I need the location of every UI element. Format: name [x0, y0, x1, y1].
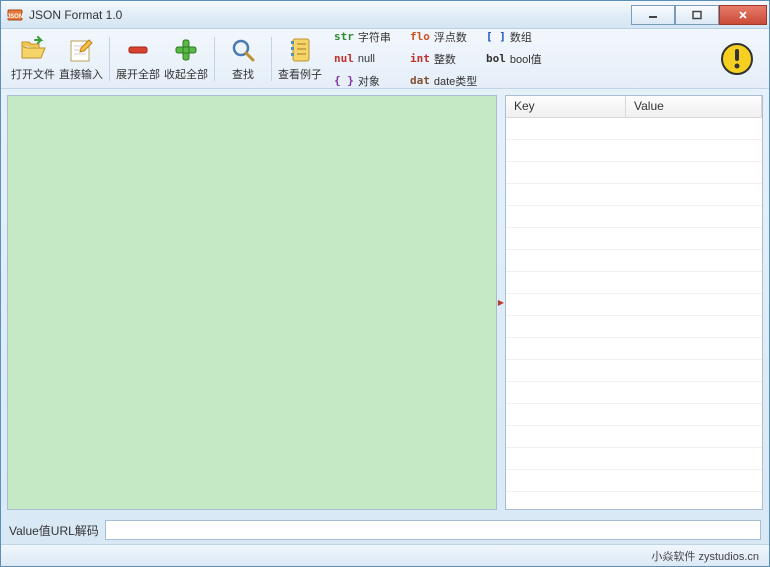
window-title: JSON Format 1.0	[29, 8, 631, 22]
url-decode-input[interactable]	[105, 520, 761, 540]
legend-array: [ ]数组	[486, 26, 562, 48]
key-value-pane: Key Value	[505, 95, 763, 510]
app-window: JSON JSON Format 1.0 打开文件 直接输入 展开全部	[0, 0, 770, 567]
view-examples-button[interactable]: 查看例子	[276, 33, 324, 85]
maximize-button[interactable]	[675, 5, 719, 25]
notebook-icon	[286, 36, 314, 64]
column-key[interactable]: Key	[506, 96, 626, 117]
view-examples-label: 查看例子	[278, 66, 322, 82]
expand-all-label: 展开全部	[116, 66, 160, 82]
search-icon	[229, 36, 257, 64]
close-button[interactable]	[719, 5, 767, 25]
collapse-all-button[interactable]: 收起全部	[162, 33, 210, 85]
open-file-label: 打开文件	[11, 66, 55, 82]
plus-icon	[172, 36, 200, 64]
direct-input-button[interactable]: 直接输入	[57, 33, 105, 85]
type-legend: str字符串 flo浮点数 [ ]数组 nulnull int整数 bolboo…	[334, 22, 564, 96]
splitter-handle-icon: ▶	[499, 288, 503, 318]
warning-icon	[720, 42, 754, 76]
minimize-button[interactable]	[631, 5, 675, 25]
window-controls	[631, 5, 767, 25]
status-text: 小焱软件 zystudios.cn	[651, 548, 759, 564]
legend-string: str字符串	[334, 26, 410, 48]
json-tree-pane[interactable]	[7, 95, 497, 510]
find-label: 查找	[232, 66, 254, 82]
svg-text:JSON: JSON	[7, 14, 23, 20]
bottom-bar: Value值URL解码	[1, 516, 769, 544]
app-icon: JSON	[7, 7, 23, 23]
folder-open-icon	[19, 36, 47, 64]
expand-all-button[interactable]: 展开全部	[114, 33, 162, 85]
legend-float: flo浮点数	[410, 26, 486, 48]
statusbar: 小焱软件 zystudios.cn	[1, 544, 769, 566]
content-area: ▶ Key Value	[1, 89, 769, 516]
minus-icon	[124, 36, 152, 64]
toolbar-separator	[214, 37, 215, 81]
toolbar: 打开文件 直接输入 展开全部 收起全部 查找	[1, 29, 769, 89]
direct-input-label: 直接输入	[59, 66, 103, 82]
warning-button[interactable]	[717, 39, 757, 79]
url-decode-label: Value值URL解码	[9, 522, 99, 539]
edit-icon	[67, 36, 95, 64]
splitter[interactable]: ▶	[497, 95, 505, 510]
table-header: Key Value	[506, 96, 762, 118]
open-file-button[interactable]: 打开文件	[9, 33, 57, 85]
legend-null: nulnull	[334, 48, 410, 70]
toolbar-separator	[109, 37, 110, 81]
column-value[interactable]: Value	[626, 96, 762, 117]
table-body[interactable]	[506, 118, 762, 509]
toolbar-separator	[271, 37, 272, 81]
legend-int: int整数	[410, 48, 486, 70]
find-button[interactable]: 查找	[219, 33, 267, 85]
legend-bool: bolbool值	[486, 48, 562, 70]
collapse-all-label: 收起全部	[164, 66, 208, 82]
